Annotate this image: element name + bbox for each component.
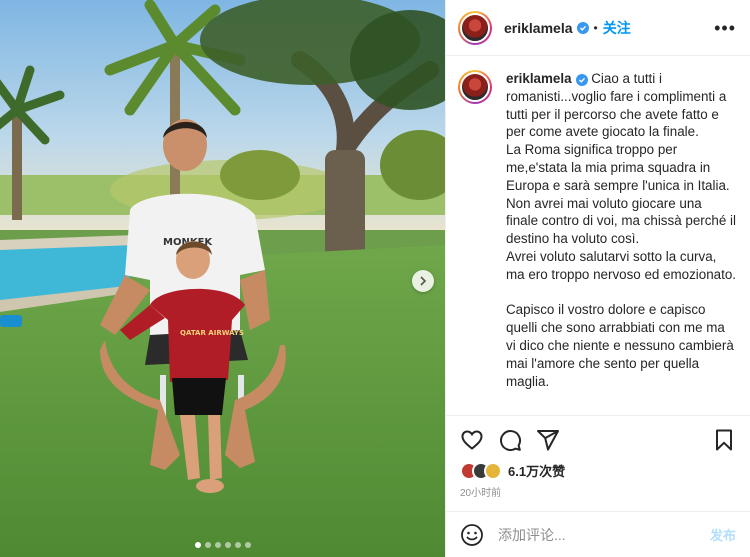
post-timestamp[interactable]: 20小时前: [460, 484, 736, 499]
caption-area[interactable]: eriklamela Ciao a tutti i romanisti...vo…: [446, 56, 750, 415]
caption-text: Ciao a tutti i romanisti...voglio fare i…: [506, 71, 737, 389]
carousel-next-button[interactable]: [412, 270, 434, 292]
bookmark-icon[interactable]: [712, 428, 736, 452]
likes-count[interactable]: 6.1万次赞: [508, 461, 565, 480]
heart-icon[interactable]: [460, 428, 484, 452]
header-username[interactable]: eriklamela: [504, 20, 573, 36]
carousel-dot: [244, 542, 251, 548]
caption-verified-icon: [575, 74, 588, 86]
carousel-dot: [214, 542, 221, 548]
chevron-right-icon: [420, 276, 427, 286]
caption: eriklamela Ciao a tutti i romanisti...vo…: [506, 70, 736, 390]
instagram-post: MONKEK QATAR AIRWAYS eriklamela • 关注: [0, 0, 750, 557]
actions-section: 6.1万次赞 20小时前: [446, 415, 750, 511]
likes-row: 6.1万次赞: [460, 461, 736, 480]
post-media[interactable]: MONKEK QATAR AIRWAYS: [0, 0, 445, 557]
carousel-dot: [194, 542, 201, 548]
more-icon[interactable]: •••: [714, 19, 736, 37]
carousel-dot: [224, 542, 231, 548]
post-photo: MONKEK QATAR AIRWAYS: [0, 0, 445, 557]
action-bar: [460, 428, 736, 452]
avatar[interactable]: [458, 10, 492, 45]
verified-icon: [576, 21, 589, 34]
carousel-dots: [0, 542, 445, 548]
follow-button[interactable]: 关注: [603, 18, 631, 38]
carousel-dot: [204, 542, 211, 548]
share-icon[interactable]: [536, 428, 560, 452]
liker-avatar: [484, 461, 502, 480]
caption-username[interactable]: eriklamela: [506, 71, 572, 86]
post-details: eriklamela • 关注 ••• eriklamela Ciao a tu…: [445, 0, 750, 557]
post-button[interactable]: 发布: [710, 525, 736, 544]
header-separator: •: [593, 20, 598, 35]
caption-avatar[interactable]: [458, 70, 492, 104]
jersey-sponsor: QATAR AIRWAYS: [180, 329, 244, 337]
comment-input[interactable]: [498, 526, 710, 543]
post-header: eriklamela • 关注 •••: [446, 0, 750, 56]
comment-icon[interactable]: [498, 428, 522, 452]
emoji-icon[interactable]: [460, 523, 484, 547]
comment-bar: 发布: [446, 511, 750, 557]
carousel-dot: [234, 542, 241, 548]
